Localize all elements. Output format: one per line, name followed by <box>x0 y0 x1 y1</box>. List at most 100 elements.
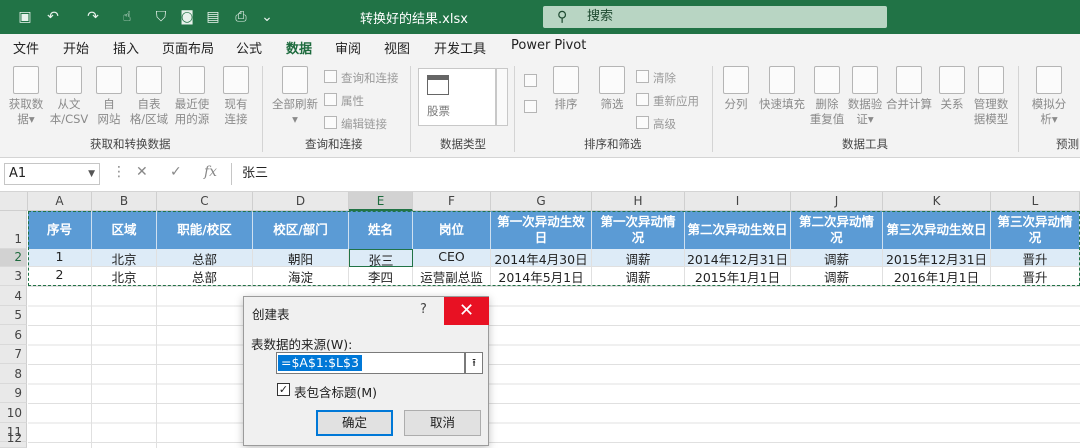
sort-desc-button[interactable] <box>524 100 541 115</box>
undo-icon[interactable]: ↶ <box>44 8 62 26</box>
table-cell[interactable]: 北京 <box>92 267 157 286</box>
column-header[interactable]: L <box>991 192 1080 211</box>
row-header[interactable]: 12 <box>0 431 27 448</box>
print-preview-icon[interactable]: ⎙ <box>232 8 250 26</box>
touch-mode-icon[interactable]: ☝ <box>118 8 136 26</box>
tab-file[interactable]: 文件 <box>13 38 39 57</box>
get-data-button[interactable]: 获取数 据▾ <box>6 66 46 127</box>
header-cell[interactable]: 序号 <box>28 211 92 249</box>
table-cell[interactable]: 2014年12月31日 <box>685 249 791 267</box>
row-header[interactable]: 7 <box>0 345 27 364</box>
column-header[interactable]: B <box>92 192 157 211</box>
table-cell[interactable]: 调薪 <box>791 267 883 286</box>
table-cell[interactable]: CEO <box>413 249 491 267</box>
collapse-dialog-button[interactable]: ⭱ <box>465 352 483 374</box>
name-box[interactable]: A1 ▼ <box>4 163 100 185</box>
row-header[interactable]: 5 <box>0 306 27 325</box>
insert-function-icon[interactable]: fx <box>204 164 217 180</box>
close-button[interactable]: ✕ <box>444 297 489 325</box>
data-validation-button[interactable]: 数据验 证▾ <box>846 66 884 127</box>
column-header[interactable]: G <box>491 192 592 211</box>
remove-duplicates-button[interactable]: 删除 重复值 <box>808 66 846 127</box>
manage-data-model-button[interactable]: 管理数 据模型 <box>970 66 1012 127</box>
range-input[interactable]: =$A$1:$L$3 <box>276 352 465 374</box>
from-text-button[interactable]: 从文 本/CSV <box>48 66 90 127</box>
table-cell[interactable]: 运营副总监 <box>413 267 491 286</box>
formula-input[interactable]: 张三 <box>231 163 1076 185</box>
help-icon[interactable]: ? <box>420 302 427 317</box>
table-cell[interactable]: 晋升 <box>991 267 1080 286</box>
column-header[interactable]: F <box>413 192 491 211</box>
tab-view[interactable]: 视图 <box>384 38 410 57</box>
queries-connections-button[interactable]: 查询和连接 <box>324 70 399 85</box>
header-cell[interactable]: 第三次异动情况 <box>991 211 1080 249</box>
search-box[interactable]: ⚲ 搜索 <box>543 6 887 28</box>
row-header[interactable]: 6 <box>0 325 27 345</box>
table-cell[interactable]: 调薪 <box>592 267 685 286</box>
header-cell[interactable]: 姓名 <box>349 211 413 249</box>
row-header[interactable]: 1 <box>0 211 27 249</box>
table-cell[interactable]: 总部 <box>157 267 253 286</box>
column-header[interactable]: H <box>592 192 685 211</box>
existing-connections-button[interactable]: 现有 连接 <box>216 66 256 127</box>
customize-qa-icon[interactable]: ⌄ <box>258 8 276 26</box>
tab-home[interactable]: 开始 <box>63 38 89 57</box>
header-cell[interactable]: 校区/部门 <box>253 211 349 249</box>
clear-button[interactable]: 清除 <box>636 70 676 85</box>
row-header[interactable]: 8 <box>0 364 27 384</box>
table-cell[interactable]: 1 <box>28 249 92 267</box>
tab-formulas[interactable]: 公式 <box>236 38 262 57</box>
sort-asc-button[interactable] <box>524 74 541 89</box>
header-cell[interactable]: 区域 <box>92 211 157 249</box>
column-header[interactable]: K <box>883 192 991 211</box>
header-cell[interactable]: 第二次异动生效日 <box>685 211 791 249</box>
sort-button[interactable]: 排序 <box>548 66 584 112</box>
text-to-columns-button[interactable]: 分列 <box>718 66 754 112</box>
row-header[interactable]: 9 <box>0 384 27 403</box>
table-cell[interactable]: 朝阳 <box>253 249 349 267</box>
table-cell[interactable]: 2014年5月1日 <box>491 267 592 286</box>
stock-data-type-button[interactable]: 股票 <box>418 68 496 126</box>
relationships-button[interactable]: 关系 <box>936 66 968 112</box>
has-headers-label[interactable]: 表包含标题(M) <box>294 382 377 401</box>
cancel-icon[interactable]: ✕ <box>136 164 148 180</box>
tab-data[interactable]: 数据 <box>286 38 313 62</box>
table-cell[interactable]: 总部 <box>157 249 253 267</box>
table-cell[interactable]: 2 <box>28 267 92 286</box>
data-types-scroll[interactable] <box>496 68 508 126</box>
table-cell[interactable]: 2014年4月30日 <box>491 249 592 267</box>
row-header[interactable]: 4 <box>0 286 27 306</box>
column-header[interactable]: A <box>28 192 92 211</box>
edit-links-button[interactable]: 编辑链接 <box>324 116 387 131</box>
what-if-button[interactable]: 模拟分 析▾ <box>1024 66 1074 127</box>
table-cell[interactable]: 2016年1月1日 <box>883 267 991 286</box>
row-header[interactable]: 2 <box>0 249 27 267</box>
ok-button[interactable]: 确定 <box>316 410 393 436</box>
column-header[interactable]: I <box>685 192 791 211</box>
table-cell[interactable]: 北京 <box>92 249 157 267</box>
save-icon[interactable]: ▣ <box>16 8 34 26</box>
table-cell[interactable]: 晋升 <box>991 249 1080 267</box>
row-header[interactable]: 10 <box>0 403 27 423</box>
tab-developer[interactable]: 开发工具 <box>434 38 486 57</box>
header-cell[interactable]: 第二次异动情况 <box>791 211 883 249</box>
header-cell[interactable]: 第一次异动生效日 <box>491 211 592 249</box>
tab-page-layout[interactable]: 页面布局 <box>162 38 214 57</box>
form-icon[interactable]: ▤ <box>204 8 222 26</box>
recent-sources-button[interactable]: 最近使 用的源 <box>172 66 212 127</box>
camera-icon[interactable]: ◙ <box>178 8 196 26</box>
table-cell[interactable]: 海淀 <box>253 267 349 286</box>
refresh-all-button[interactable]: 全部刷新 ▾ <box>270 66 320 127</box>
reapply-button[interactable]: 重新应用 <box>636 93 699 108</box>
cancel-button[interactable]: 取消 <box>404 410 481 436</box>
select-all-corner[interactable] <box>0 192 28 211</box>
from-table-button[interactable]: 自表 格/区域 <box>128 66 170 127</box>
column-header[interactable]: E <box>349 192 413 211</box>
table-cell[interactable]: 调薪 <box>592 249 685 267</box>
empty-cells-area[interactable] <box>28 286 1080 448</box>
row-header[interactable]: 3 <box>0 267 27 286</box>
filter-qa-icon[interactable]: ⛉ <box>152 8 170 26</box>
header-cell[interactable]: 第一次异动情况 <box>592 211 685 249</box>
table-cell[interactable]: 李四 <box>349 267 413 286</box>
enter-icon[interactable]: ✓ <box>170 164 182 180</box>
